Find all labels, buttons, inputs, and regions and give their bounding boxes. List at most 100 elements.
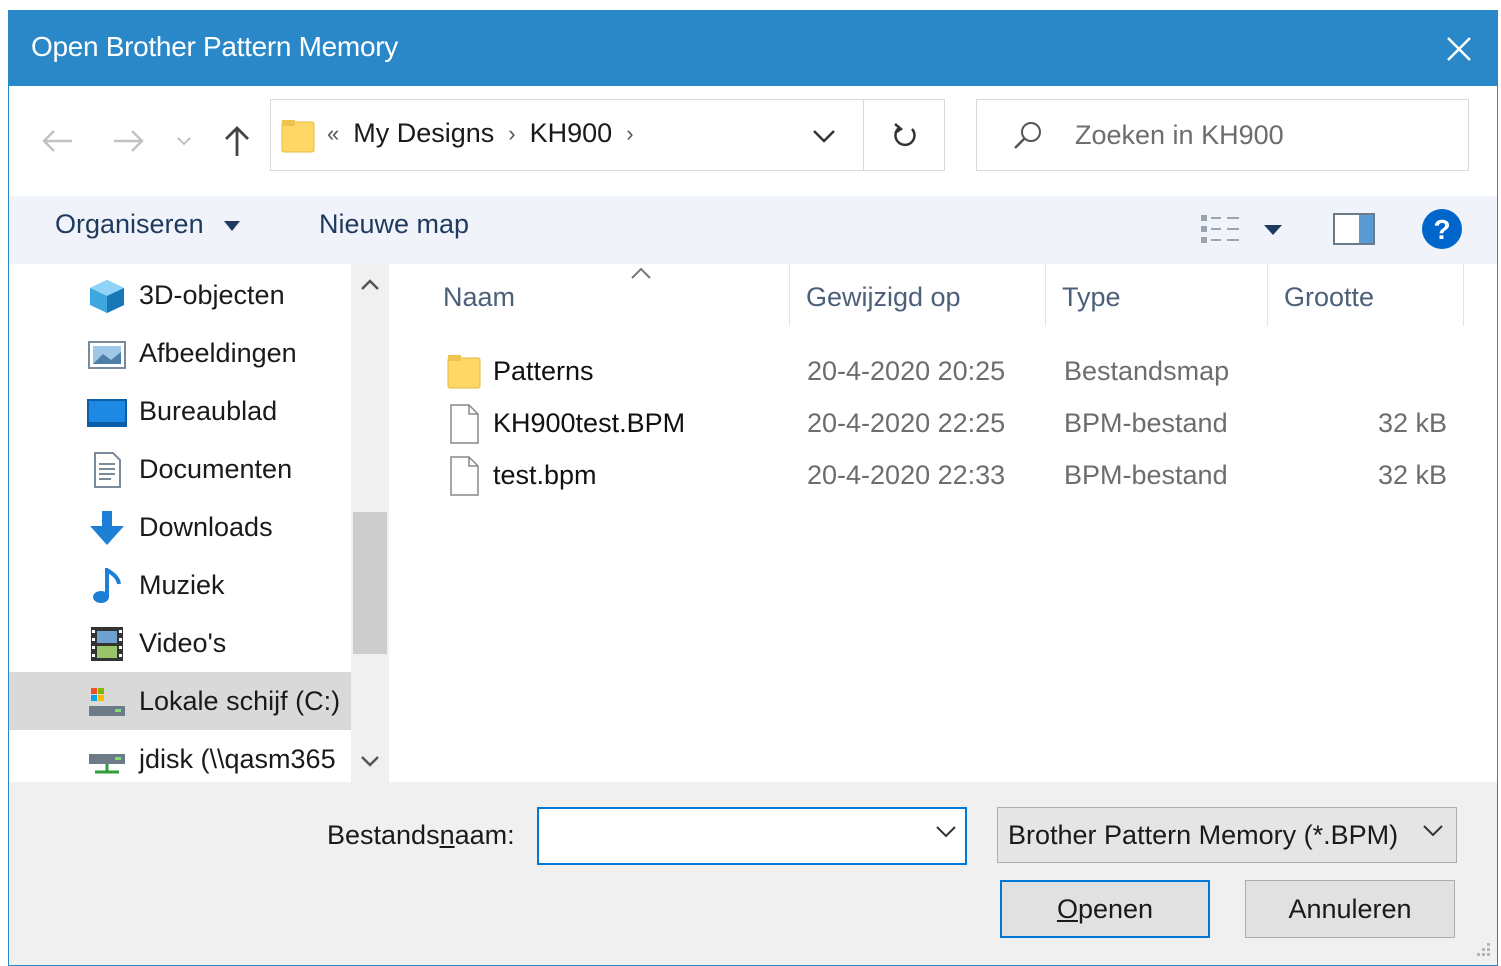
- file-list: Naam Gewijzigd op Type Grootte Patterns …: [389, 264, 1497, 782]
- nav-item-label: Lokale schijf (C:): [139, 686, 341, 716]
- address-bar[interactable]: « My Designs › KH900 ›: [270, 99, 945, 171]
- network-drive-icon: [89, 754, 125, 774]
- download-icon: [90, 511, 124, 545]
- preview-pane-icon[interactable]: [1333, 213, 1375, 245]
- breadcrumb-overflow[interactable]: «: [327, 121, 339, 147]
- column-modified-label: Gewijzigd op: [806, 282, 961, 312]
- view-options-caret-icon[interactable]: [1263, 224, 1283, 236]
- up-button[interactable]: [217, 121, 257, 161]
- nav-item-network-drive[interactable]: jdisk (\\qasm365: [9, 730, 351, 782]
- breadcrumb-my-designs[interactable]: My Designs: [353, 118, 494, 149]
- sort-ascending-icon: [631, 267, 651, 279]
- nav-item-label: Muziek: [139, 570, 225, 600]
- column-header-type[interactable]: Type: [1045, 264, 1267, 326]
- open-button[interactable]: Openen: [1000, 880, 1210, 938]
- new-folder-label: Nieuwe map: [319, 209, 470, 239]
- dialog-title: Open Brother Pattern Memory: [31, 31, 398, 62]
- breadcrumb: « My Designs › KH900 ›: [327, 118, 634, 149]
- cancel-button-label: Annuleren: [1288, 893, 1412, 924]
- filename-combobox[interactable]: [537, 807, 967, 865]
- file-type: Bestandsmap: [1064, 356, 1230, 386]
- scrollbar-thumb[interactable]: [353, 512, 387, 654]
- column-divider[interactable]: [1463, 264, 1464, 326]
- column-header-modified[interactable]: Gewijzigd op: [789, 264, 1045, 326]
- search-placeholder: Zoeken in KH900: [1075, 120, 1284, 150]
- up-arrow-icon: [225, 126, 249, 156]
- refresh-button[interactable]: [863, 100, 946, 170]
- drive-icon: [89, 688, 125, 716]
- search-icon: [1014, 122, 1041, 149]
- open-button-accesskey: O: [1056, 893, 1078, 924]
- back-button[interactable]: [37, 121, 77, 161]
- filename-input[interactable]: [545, 815, 929, 857]
- help-icon[interactable]: ?: [1421, 208, 1463, 250]
- open-file-dialog: Open Brother Pattern Memory « My Designs…: [8, 10, 1498, 966]
- file-size: 32 kB: [1377, 460, 1447, 490]
- svg-text:?: ?: [1433, 214, 1450, 245]
- breadcrumb-kh900[interactable]: KH900: [530, 118, 613, 149]
- file-row[interactable]: test.bpm 20-4-2020 22:33 BPM-bestand 32 …: [389, 450, 1497, 502]
- nav-item-label: Video's: [139, 628, 227, 658]
- filename-label-accesskey: n: [439, 820, 455, 850]
- file-row[interactable]: KH900test.BPM 20-4-2020 22:25 BPM-bestan…: [389, 398, 1497, 450]
- folder-icon: [447, 355, 481, 389]
- pictures-icon: [88, 341, 126, 369]
- nav-item-3d-objects[interactable]: 3D-objecten: [9, 266, 351, 324]
- nav-item-label: Downloads: [139, 512, 273, 542]
- recent-locations-button[interactable]: [169, 121, 199, 161]
- file-type-filter-value: Brother Pattern Memory (*.BPM): [1008, 820, 1399, 850]
- nav-item-documents[interactable]: Documenten: [9, 440, 351, 498]
- dialog-footer: Bestandsnaam: Brother Pattern Memory (*.…: [9, 782, 1497, 965]
- music-icon: [93, 568, 121, 603]
- nav-item-music[interactable]: Muziek: [9, 556, 351, 614]
- search-box[interactable]: Zoeken in KH900: [976, 99, 1469, 171]
- column-header-name[interactable]: Naam: [419, 264, 789, 326]
- file-modified: 20-4-2020 20:25: [807, 356, 1006, 386]
- address-dropdown-icon[interactable]: [811, 120, 837, 150]
- breadcrumb-separator[interactable]: ›: [508, 121, 515, 147]
- resize-grip-icon[interactable]: [1471, 939, 1491, 959]
- file-row[interactable]: Patterns 20-4-2020 20:25 Bestandsmap: [389, 346, 1497, 398]
- close-button[interactable]: [1421, 11, 1497, 86]
- nav-item-downloads[interactable]: Downloads: [9, 498, 351, 556]
- navigation-bar: « My Designs › KH900 › Zoeken in KH900: [9, 86, 1497, 196]
- nav-item-local-disk[interactable]: Lokale schijf (C:): [9, 672, 351, 730]
- file-icon: [450, 404, 479, 444]
- filename-label-part: aam:: [454, 820, 515, 850]
- cancel-button[interactable]: Annuleren: [1245, 880, 1455, 938]
- breadcrumb-separator[interactable]: ›: [626, 121, 633, 147]
- scroll-up-icon[interactable]: [359, 276, 381, 292]
- open-button-label: penen: [1077, 893, 1154, 924]
- nav-item-label: Afbeeldingen: [139, 338, 297, 368]
- organize-label: Organiseren: [55, 209, 204, 239]
- nav-item-videos[interactable]: Video's: [9, 614, 351, 672]
- view-details-icon[interactable]: [1199, 211, 1243, 247]
- file-type-filter[interactable]: Brother Pattern Memory (*.BPM): [997, 807, 1457, 863]
- title-bar: Open Brother Pattern Memory: [9, 11, 1497, 86]
- nav-item-label: Documenten: [139, 454, 293, 484]
- video-icon: [91, 627, 123, 661]
- filename-label: Bestandsnaam:: [327, 820, 515, 851]
- column-name-label: Naam: [443, 282, 516, 312]
- documents-icon: [94, 452, 121, 488]
- forward-button[interactable]: [109, 121, 149, 161]
- chevron-down-icon[interactable]: [935, 825, 957, 839]
- new-folder-button[interactable]: Nieuwe map: [319, 209, 469, 240]
- file-name: test.bpm: [493, 460, 597, 490]
- file-name: Patterns: [493, 356, 594, 386]
- nav-item-label: jdisk (\\qasm365: [139, 744, 336, 774]
- folder-icon: [281, 120, 315, 153]
- organize-button[interactable]: Organiseren: [55, 209, 241, 240]
- nav-item-desktop[interactable]: Bureaublad: [9, 382, 351, 440]
- column-type-label: Type: [1062, 282, 1121, 312]
- nav-pane-scrollbar[interactable]: [351, 264, 389, 782]
- column-header-size[interactable]: Grootte: [1267, 264, 1463, 326]
- close-icon: [1447, 36, 1471, 61]
- nav-item-label: Bureaublad: [139, 396, 278, 426]
- file-name: KH900test.BPM: [493, 408, 686, 438]
- nav-item-label: 3D-objecten: [139, 280, 285, 310]
- nav-item-pictures[interactable]: Afbeeldingen: [9, 324, 351, 382]
- file-modified: 20-4-2020 22:25: [807, 408, 1006, 438]
- file-type: BPM-bestand: [1064, 408, 1228, 438]
- scroll-down-icon[interactable]: [359, 754, 381, 770]
